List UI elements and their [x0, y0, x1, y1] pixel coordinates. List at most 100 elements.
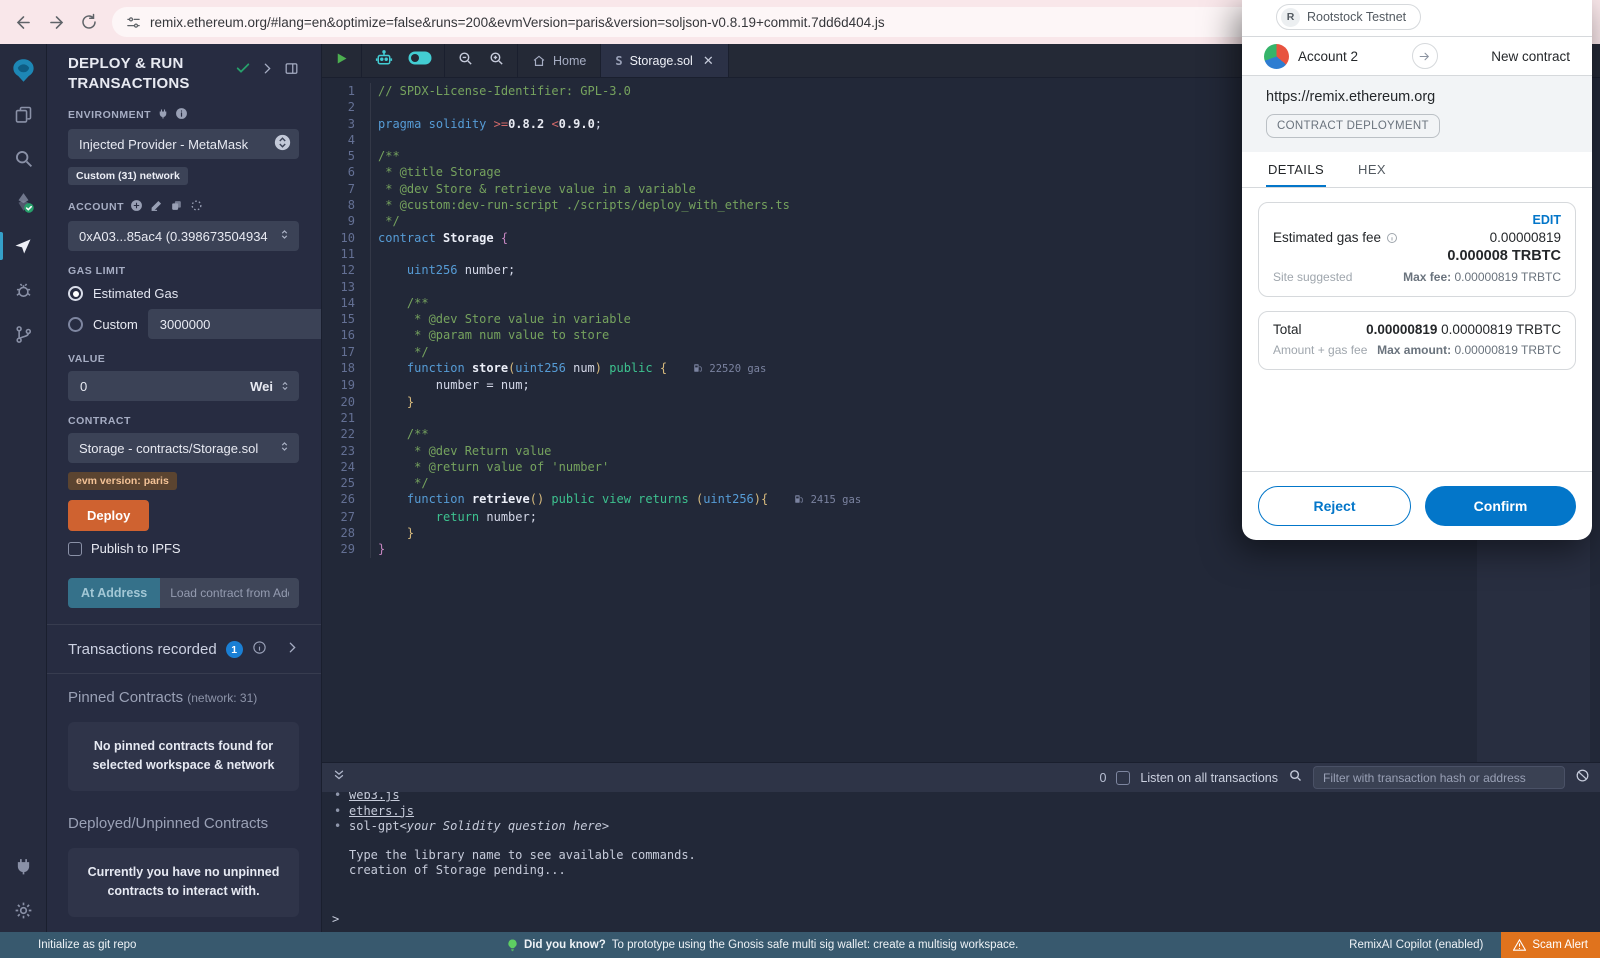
pinned-contracts-title: Pinned Contracts (network: 31): [68, 689, 299, 706]
line-number: 2: [322, 99, 370, 115]
line-number: 18: [322, 360, 370, 377]
forward-icon[interactable]: [47, 13, 66, 32]
copy-address-icon[interactable]: [170, 199, 183, 215]
zoom-in-icon[interactable]: [488, 50, 505, 72]
git-init-button[interactable]: Initialize as git repo: [38, 939, 136, 951]
line-number: 27: [322, 509, 370, 525]
listen-label: Listen on all transactions: [1140, 771, 1278, 785]
line-number: 26: [322, 491, 370, 508]
tab-hex[interactable]: HEX: [1356, 152, 1388, 187]
terminal-filter-input[interactable]: [1313, 766, 1565, 789]
confirm-button[interactable]: Confirm: [1425, 486, 1576, 526]
info-outline-icon[interactable]: [252, 640, 267, 659]
from-account: Account 2: [1298, 49, 1358, 64]
reload-icon[interactable]: [80, 13, 98, 31]
divider: [47, 673, 321, 674]
run-script-icon[interactable]: [334, 51, 349, 71]
warning-icon: [1513, 939, 1526, 951]
search-icon[interactable]: [0, 136, 46, 180]
transactions-recorded-row[interactable]: Transactions recorded 1: [68, 625, 299, 673]
file-explorer-icon[interactable]: [0, 92, 46, 136]
at-address-input[interactable]: [160, 578, 299, 608]
tab-home[interactable]: Home: [518, 44, 600, 77]
check-icon: [235, 60, 251, 81]
line-number: 1: [322, 83, 370, 99]
add-account-icon[interactable]: [130, 199, 143, 215]
icon-rail: [0, 44, 47, 932]
value-field: Wei: [68, 371, 299, 401]
ai-copilot-toggle-icon[interactable]: [408, 51, 432, 70]
radio-unselected-icon[interactable]: [68, 317, 83, 332]
panel-title: DEPLOY & RUN TRANSACTIONS: [68, 54, 218, 93]
line-number: 9: [322, 213, 370, 229]
contract-select[interactable]: Storage - contracts/Storage.sol: [68, 433, 299, 463]
info-icon[interactable]: [175, 107, 188, 123]
line-number: 21: [322, 410, 370, 426]
remix-logo-icon[interactable]: [0, 48, 46, 92]
zoom-out-icon[interactable]: [457, 50, 474, 72]
account-route: Account 2 New contract: [1242, 36, 1592, 76]
rail-spacer: [0, 356, 46, 844]
listen-checkbox[interactable]: [1116, 771, 1130, 785]
pin-panel-icon[interactable]: [284, 61, 299, 81]
plugin-manager-icon[interactable]: [0, 844, 46, 888]
at-address-button[interactable]: At Address: [68, 578, 160, 608]
environment-label: ENVIRONMENT: [68, 107, 299, 123]
tab-storage-sol[interactable]: S Storage.sol ✕: [600, 44, 728, 77]
line-number: 7: [322, 181, 370, 197]
solidity-compiler-icon[interactable]: [0, 180, 46, 224]
terminal-line[interactable]: •web3.js: [334, 792, 1600, 804]
custom-gas-input[interactable]: [148, 309, 322, 339]
value-input[interactable]: [70, 379, 190, 394]
line-number: 15: [322, 311, 370, 327]
ipfs-checkbox[interactable]: [68, 542, 82, 556]
network-avatar: R: [1281, 8, 1300, 27]
sign-message-icon[interactable]: [150, 199, 163, 215]
account-select[interactable]: 0xA03...85ac4 (0.398673504934: [68, 221, 299, 251]
unpinned-contracts-title: Deployed/Unpinned Contracts: [68, 815, 299, 832]
publish-ipfs-option[interactable]: Publish to IPFS: [68, 541, 299, 556]
status-bar: Initialize as git repo Did you know? To …: [0, 932, 1600, 958]
terminal-line: Type the library name to see available c…: [334, 848, 1600, 864]
radio-selected-icon[interactable]: [68, 286, 83, 301]
reject-button[interactable]: Reject: [1258, 486, 1411, 526]
value-unit-select[interactable]: Wei: [250, 379, 291, 394]
network-selector[interactable]: R Rootstock Testnet: [1276, 4, 1421, 30]
solidity-file-icon: S: [615, 54, 622, 68]
copilot-status[interactable]: RemixAI Copilot (enabled): [1349, 939, 1483, 951]
deploy-button[interactable]: Deploy: [68, 500, 149, 531]
gas-limit-label: GAS LIMIT: [68, 265, 299, 277]
settings-gear-icon[interactable]: [0, 888, 46, 932]
evm-version-badge: evm version: paris: [68, 472, 177, 490]
edit-gas-link[interactable]: EDIT: [1273, 213, 1561, 227]
terminal-prompt[interactable]: >: [332, 912, 339, 926]
line-number: 28: [322, 525, 370, 541]
back-icon[interactable]: [14, 13, 33, 32]
gas-info-icon[interactable]: [1386, 232, 1398, 244]
terminal-line: [334, 835, 1600, 848]
terminal-output[interactable]: •web3.js•ethers.js•sol-gpt <your Solidit…: [322, 792, 1600, 932]
site-settings-icon[interactable]: [126, 15, 141, 30]
clear-console-icon[interactable]: [1575, 768, 1590, 788]
did-you-know-tip: Did you know? To prototype using the Gno…: [507, 939, 1018, 952]
expand-transactions-icon[interactable]: [286, 641, 299, 658]
terminal-line[interactable]: •ethers.js: [334, 804, 1600, 820]
debugger-icon[interactable]: [0, 268, 46, 312]
scam-alert-button[interactable]: Scam Alert: [1501, 932, 1600, 958]
deploy-run-icon[interactable]: [0, 224, 46, 268]
environment-select[interactable]: Injected Provider - MetaMask: [68, 129, 299, 159]
terminal-line: •sol-gpt <your Solidity question here>: [334, 819, 1600, 835]
line-number: 3: [322, 116, 370, 132]
plug-icon[interactable]: [157, 108, 169, 123]
tab-details[interactable]: DETAILS: [1266, 152, 1326, 187]
ai-copilot-robot-icon[interactable]: [374, 49, 394, 72]
expand-terminal-icon[interactable]: [332, 768, 346, 787]
line-number: 19: [322, 377, 370, 393]
estimated-gas-option[interactable]: Estimated Gas: [68, 286, 299, 301]
close-tab-icon[interactable]: ✕: [703, 53, 714, 69]
git-icon[interactable]: [0, 312, 46, 356]
line-number: 23: [322, 443, 370, 459]
account-label: ACCOUNT: [68, 199, 299, 215]
chevron-right-icon[interactable]: [261, 62, 274, 80]
value-label: VALUE: [68, 353, 299, 365]
